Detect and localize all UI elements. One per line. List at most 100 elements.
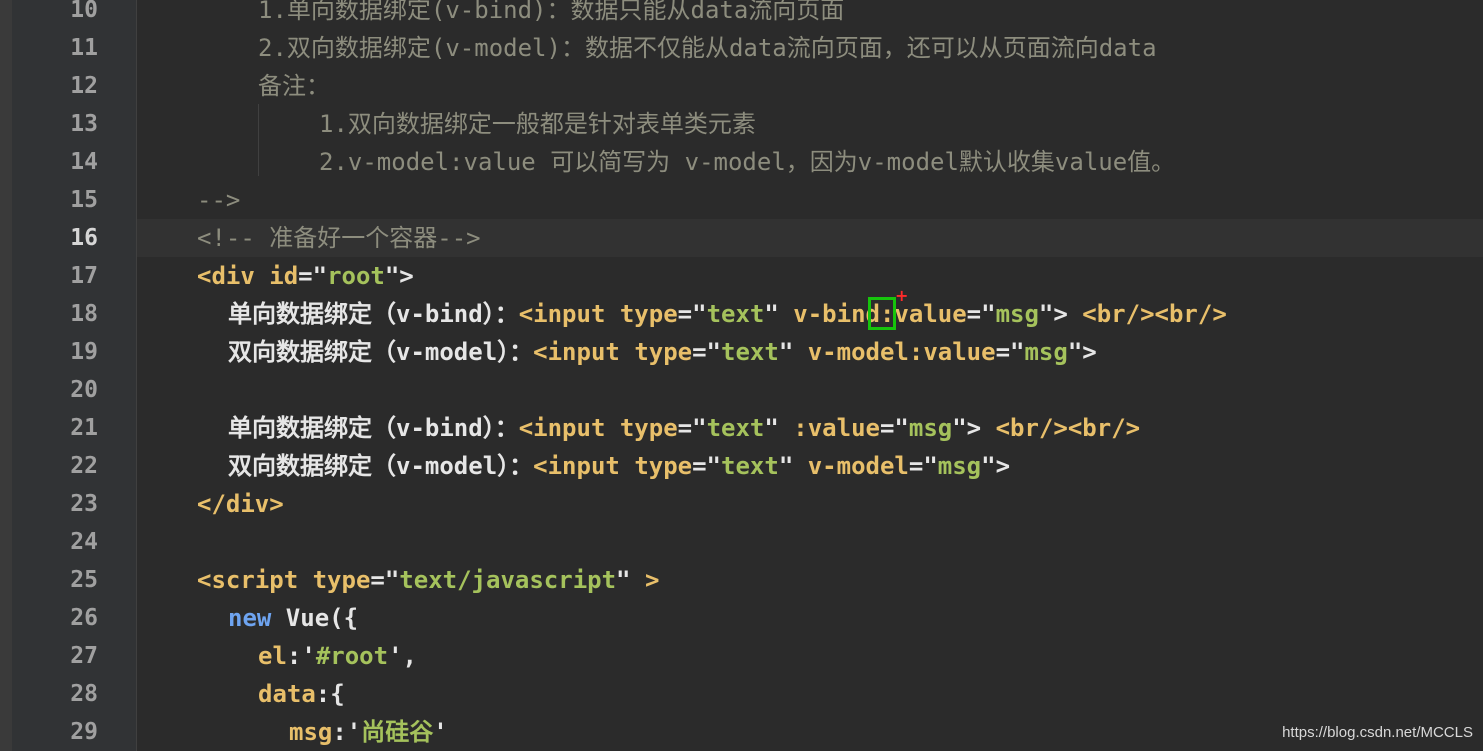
code-line[interactable]: 14 2.v-model:value 可以简写为 v-model，因为v-mode…	[0, 143, 1483, 181]
code-token: #root	[315, 642, 389, 670]
line-number: 10	[70, 0, 98, 23]
line-number: 28	[70, 681, 98, 707]
code-line[interactable]: 20	[0, 371, 1483, 409]
code-line[interactable]: 24	[0, 523, 1483, 561]
code-token: ="	[677, 414, 707, 442]
line-number: 15	[70, 187, 98, 213]
code-line[interactable]: 21 单向数据绑定（v-bind）：<input type="text" :val…	[0, 409, 1483, 447]
code-token: msg	[995, 300, 1039, 328]
line-number: 25	[70, 567, 98, 593]
code-token: <br/><br/>	[995, 414, 1141, 442]
code-line[interactable]: 27 el:'#root',	[0, 637, 1483, 675]
code-text[interactable]: <!-- 准备好一个容器-->	[197, 219, 481, 257]
code-token: type	[634, 338, 693, 366]
code-token: 双向数据绑定（v-model）：	[228, 338, 534, 366]
code-text[interactable]: <div id="root">	[197, 257, 414, 295]
line-number: 23	[70, 491, 98, 517]
code-token: msg	[1024, 338, 1068, 366]
code-token: ="	[692, 452, 722, 480]
indent-guide	[258, 104, 259, 176]
code-token: :'	[286, 642, 316, 670]
code-token: '	[433, 718, 448, 746]
code-text[interactable]: msg:'尚硅谷'	[289, 713, 448, 751]
code-line[interactable]: 29 msg:'尚硅谷'	[0, 713, 1483, 751]
code-text[interactable]: -->	[197, 181, 240, 219]
code-token: ">	[952, 414, 996, 442]
code-text[interactable]: 1.双向数据绑定一般都是针对表单类元素	[319, 105, 756, 143]
code-token: ">	[384, 262, 414, 290]
code-token: id	[269, 262, 299, 290]
line-number: 19	[70, 339, 98, 365]
code-text[interactable]: el:'#root',	[258, 637, 417, 675]
code-line[interactable]: 13 1.双向数据绑定一般都是针对表单类元素	[0, 105, 1483, 143]
code-line[interactable]: 16 <!-- 准备好一个容器-->	[0, 219, 1483, 257]
code-token: text/javascript	[399, 566, 617, 594]
code-line[interactable]: 11 2.双向数据绑定(v-model)：数据不仅能从data流向页面，还可以从页…	[0, 29, 1483, 67]
code-token: ="	[908, 452, 938, 480]
code-token: 2.v-model:value 可以简写为 v-model，因为v-model默…	[319, 148, 1176, 176]
code-line[interactable]: 18 单向数据绑定（v-bind）：<input type="text" v-bi…	[0, 295, 1483, 333]
code-token: 单向数据绑定（v-bind）：	[228, 414, 519, 442]
code-text[interactable]: 2.双向数据绑定(v-model)：数据不仅能从data流向页面，还可以从页面流…	[258, 29, 1157, 67]
line-number: 11	[70, 35, 98, 61]
line-number: 14	[70, 149, 98, 175]
code-token: v-model	[807, 452, 909, 480]
code-text[interactable]: 双向数据绑定（v-model）：<input type="text" v-mod…	[228, 447, 1010, 485]
code-text[interactable]: data:{	[258, 675, 345, 713]
code-line[interactable]: 10 1.单向数据绑定(v-bind)：数据只能从data流向页面	[0, 0, 1483, 29]
code-token: ">	[981, 452, 1011, 480]
mouse-crosshair-icon: +	[895, 286, 909, 305]
code-token: <br/><br/>	[1082, 300, 1227, 328]
code-token: >	[644, 566, 660, 594]
code-token: "	[764, 414, 794, 442]
code-text[interactable]: </div>	[197, 485, 284, 523]
code-text[interactable]: 双向数据绑定（v-model）：<input type="text" v-mod…	[228, 333, 1097, 371]
text-cursor-highlight	[868, 297, 896, 330]
code-token: ">	[1038, 300, 1083, 328]
code-token: 1.单向数据绑定(v-bind)：数据只能从data流向页面	[258, 0, 845, 24]
code-token: 双向数据绑定（v-model）：	[228, 452, 534, 480]
code-text[interactable]: new Vue({	[228, 599, 358, 637]
code-line[interactable]: 26 new Vue({	[0, 599, 1483, 637]
code-text[interactable]: 2.v-model:value 可以简写为 v-model，因为v-model默…	[319, 143, 1175, 181]
code-token: text	[721, 452, 779, 480]
code-text[interactable]: 单向数据绑定（v-bind）：<input type="text" v-bind…	[228, 295, 1227, 333]
line-number: 22	[70, 453, 98, 479]
code-token: "	[778, 338, 808, 366]
code-token: "	[764, 300, 794, 328]
code-token: v-model:value	[807, 338, 996, 366]
code-token: type	[312, 566, 371, 594]
code-line[interactable]: 12 备注：	[0, 67, 1483, 105]
code-token: type	[619, 300, 678, 328]
code-line[interactable]: 15 -->	[0, 181, 1483, 219]
code-line[interactable]: 25 <script type="text/javascript" >	[0, 561, 1483, 599]
code-line[interactable]: 28 data:{	[0, 675, 1483, 713]
code-text[interactable]: 单向数据绑定（v-bind）：<input type="text" :value…	[228, 409, 1140, 447]
code-token: 尚硅谷	[361, 718, 434, 746]
code-token: ="	[995, 338, 1025, 366]
code-token: ="	[298, 262, 328, 290]
line-number: 18	[70, 301, 98, 327]
code-token: <input	[518, 414, 620, 442]
code-token: "	[616, 566, 645, 594]
line-number: 12	[70, 73, 98, 99]
code-editor[interactable]: 10 1.单向数据绑定(v-bind)：数据只能从data流向页面 11 2.双向数据…	[0, 0, 1483, 751]
code-token: msg	[937, 452, 982, 480]
code-token: </div>	[197, 490, 284, 518]
code-line[interactable]: 19 双向数据绑定（v-model）：<input type="text" v-m…	[0, 333, 1483, 371]
code-text[interactable]: 1.单向数据绑定(v-bind)：数据只能从data流向页面	[258, 0, 844, 29]
code-line[interactable]: 23 </div>	[0, 485, 1483, 523]
code-token: Vue({	[285, 604, 359, 632]
code-line[interactable]: 22 双向数据绑定（v-model）：<input type="text" v-m…	[0, 447, 1483, 485]
code-token: text	[706, 414, 765, 442]
code-token: ="	[370, 566, 400, 594]
code-line[interactable]: 17 <div id="root">	[0, 257, 1483, 295]
code-token: 单向数据绑定（v-bind）：	[228, 300, 519, 328]
code-token: ="	[879, 414, 909, 442]
code-token: el	[258, 642, 287, 670]
line-number: 27	[70, 643, 98, 669]
code-token: :{	[315, 680, 345, 708]
indent-guide	[136, 0, 137, 751]
code-text[interactable]: <script type="text/javascript" >	[197, 561, 659, 599]
code-text[interactable]: 备注：	[258, 67, 330, 105]
